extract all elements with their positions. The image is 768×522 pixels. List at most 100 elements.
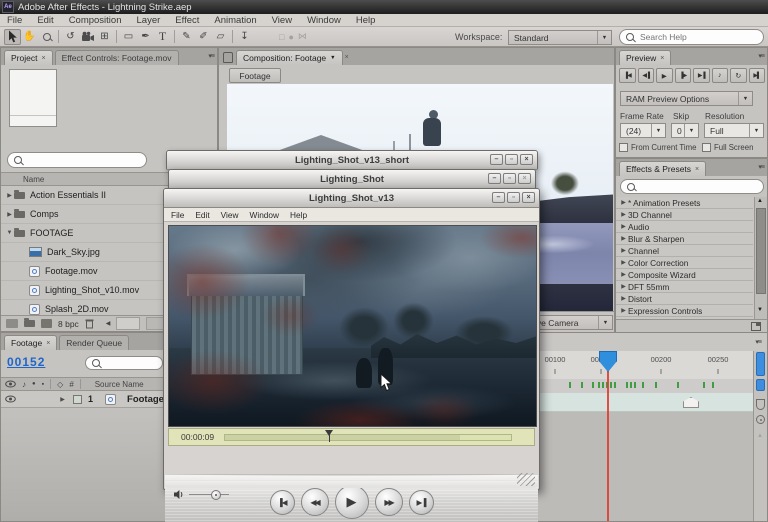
- checkbox-icon[interactable]: [619, 143, 628, 152]
- minimize-button[interactable]: –: [490, 154, 503, 165]
- full-screen-checkbox[interactable]: Full Screen: [702, 143, 753, 152]
- close-icon[interactable]: ×: [695, 166, 699, 173]
- twirl-icon[interactable]: ▶: [619, 199, 628, 206]
- close-icon[interactable]: ×: [46, 340, 50, 347]
- menu-effect[interactable]: Effect: [175, 15, 199, 26]
- twirl-icon[interactable]: ▶: [619, 271, 628, 278]
- list-item[interactable]: ▶3D Channel: [616, 209, 753, 221]
- rotate-tool-icon[interactable]: ↺: [62, 29, 79, 45]
- resolution-dropdown[interactable]: Full ▼: [704, 123, 764, 138]
- twirl-icon[interactable]: ▶: [58, 396, 67, 403]
- close-icon[interactable]: ×: [660, 55, 664, 62]
- help-search-input[interactable]: [638, 31, 757, 43]
- player-window-front[interactable]: Lighting_Shot_v13 – ▫ × File Edit View W…: [163, 188, 540, 490]
- twirl-icon[interactable]: ▶: [5, 211, 14, 218]
- new-folder-icon[interactable]: [24, 320, 35, 327]
- maximize-button[interactable]: ▫: [503, 173, 516, 184]
- type-tool-icon[interactable]: T: [154, 29, 171, 45]
- twirl-icon[interactable]: ▶: [619, 295, 628, 302]
- tab-footage[interactable]: Footage ×: [4, 335, 57, 350]
- scroll-up-icon[interactable]: ▲: [757, 198, 763, 204]
- scroll-up-icon[interactable]: ▲: [757, 433, 763, 439]
- menu-composition[interactable]: Composition: [69, 15, 122, 26]
- eye-icon[interactable]: [5, 395, 16, 403]
- list-item[interactable]: ▶Blur & Sharpen: [616, 233, 753, 245]
- menu-edit[interactable]: Edit: [195, 210, 209, 220]
- effects-search[interactable]: [620, 179, 764, 194]
- close-icon[interactable]: ×: [41, 55, 45, 62]
- twirl-icon[interactable]: ▶: [619, 223, 628, 230]
- ram-preview-button[interactable]: ▶▌: [749, 68, 766, 83]
- next-frame-button[interactable]: ▐▶: [675, 68, 692, 83]
- scroll-left-icon[interactable]: ◀: [106, 320, 111, 327]
- pan-behind-tool-icon[interactable]: ⊞: [96, 29, 113, 45]
- current-time-field[interactable]: 00152: [7, 355, 45, 369]
- menu-help[interactable]: Help: [356, 15, 376, 26]
- previous-frame-button[interactable]: ◀▐: [638, 68, 655, 83]
- trash-icon[interactable]: [85, 318, 94, 329]
- menu-file[interactable]: File: [171, 210, 184, 220]
- shape-tool-icon[interactable]: ▭: [120, 29, 137, 45]
- scrub-track[interactable]: [224, 434, 512, 441]
- bit-depth[interactable]: 8 bpc: [58, 319, 79, 329]
- selection-tool-icon[interactable]: [4, 29, 21, 45]
- zoom-tool-icon[interactable]: [38, 29, 55, 45]
- effects-search-input[interactable]: [639, 181, 757, 193]
- eye-icon[interactable]: [5, 380, 16, 388]
- scrollbar-thumb[interactable]: [756, 352, 765, 376]
- scrollbar-thumb[interactable]: [756, 379, 765, 391]
- twirl-icon[interactable]: ▼: [5, 230, 14, 236]
- twirl-icon[interactable]: ▶: [619, 307, 628, 314]
- menu-window[interactable]: Window: [307, 15, 341, 26]
- work-area-marker[interactable]: [683, 397, 699, 408]
- list-item[interactable]: ▶* Animation Presets: [616, 197, 753, 209]
- menu-window[interactable]: Window: [250, 210, 280, 220]
- timeline-search-input[interactable]: [104, 357, 156, 369]
- menu-animation[interactable]: Animation: [214, 15, 256, 26]
- hand-tool-icon[interactable]: ✋: [21, 29, 38, 45]
- window-title-bar[interactable]: Lighting_Shot – ▫ ×: [169, 170, 535, 189]
- scroll-down-icon[interactable]: ▼: [757, 307, 763, 313]
- eraser-tool-icon[interactable]: ▱: [212, 29, 229, 45]
- audio-icon[interactable]: ♪: [22, 380, 26, 389]
- last-frame-button[interactable]: ▶▐: [693, 68, 710, 83]
- scrollbar[interactable]: ▲ ▼: [754, 197, 767, 319]
- puppet-pin-tool-icon[interactable]: ↧: [236, 29, 253, 45]
- label-color-icon[interactable]: ◇: [57, 380, 63, 389]
- lock-icon[interactable]: ▪: [42, 381, 44, 388]
- list-item[interactable]: ▶Composite Wizard: [616, 269, 753, 281]
- project-search[interactable]: [7, 152, 147, 168]
- checkbox-icon[interactable]: [702, 143, 711, 152]
- skip-dropdown[interactable]: 0 ▼: [671, 123, 699, 138]
- panel-menu-icon[interactable]: ▾≡: [758, 163, 764, 171]
- list-item[interactable]: ▶Color Correction: [616, 257, 753, 269]
- resize-grip[interactable]: [517, 473, 535, 486]
- tab-effect-controls[interactable]: Effect Controls: Footage.mov: [55, 50, 179, 65]
- menu-view[interactable]: View: [272, 15, 292, 26]
- graph-toggle-icon[interactable]: ⋈: [298, 31, 307, 42]
- timeline-search[interactable]: [85, 356, 163, 370]
- sphere-toggle-icon[interactable]: ●: [288, 32, 293, 42]
- menu-edit[interactable]: Edit: [37, 15, 53, 26]
- label-swatch[interactable]: [73, 395, 82, 404]
- twirl-icon[interactable]: ▶: [5, 192, 14, 199]
- tab-composition-footage[interactable]: Composition: Footage ▼: [236, 50, 343, 65]
- brush-tool-icon[interactable]: ✎: [178, 29, 195, 45]
- audio-toggle-button[interactable]: ♪: [712, 68, 729, 83]
- camera-view-dropdown[interactable]: ive Camera ▼: [529, 315, 613, 330]
- clone-stamp-tool-icon[interactable]: ✐: [195, 29, 212, 45]
- camera-tool-icon[interactable]: [79, 29, 96, 45]
- close-button[interactable]: ×: [520, 154, 533, 165]
- close-icon[interactable]: ×: [345, 54, 349, 61]
- menu-view[interactable]: View: [221, 210, 239, 220]
- close-button[interactable]: ×: [518, 173, 531, 184]
- fast-forward-button[interactable]: ▶▶: [375, 488, 403, 516]
- grid-toggle-icon[interactable]: □: [279, 32, 284, 42]
- play-button[interactable]: ▶: [656, 68, 673, 83]
- minimize-button[interactable]: –: [488, 173, 501, 184]
- list-item[interactable]: ▶Channel: [616, 245, 753, 257]
- solo-icon[interactable]: ●: [32, 381, 36, 387]
- go-to-start-button[interactable]: ▐◀: [270, 490, 295, 515]
- workspace-dropdown[interactable]: Standard ▼: [508, 30, 612, 45]
- new-panel-icon[interactable]: [751, 322, 761, 331]
